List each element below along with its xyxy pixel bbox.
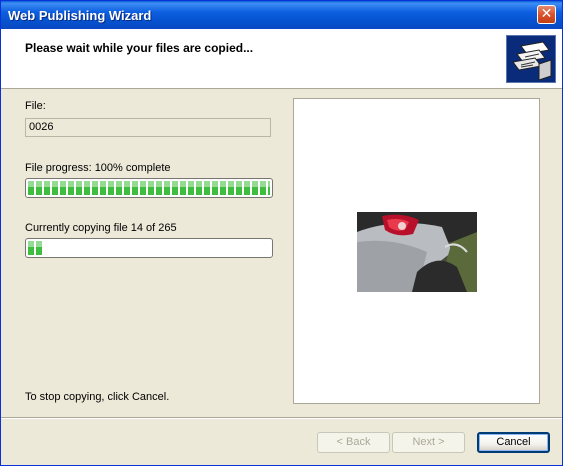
file-progress-fill <box>28 181 270 195</box>
overall-progress-bar <box>25 238 273 258</box>
title-bar[interactable]: Web Publishing Wizard ✕ <box>1 1 562 29</box>
image-preview-panel <box>293 98 540 404</box>
window-title: Web Publishing Wizard <box>8 8 152 23</box>
current-file-value: 0026 <box>29 121 54 133</box>
back-button[interactable]: < Back <box>317 432 390 453</box>
cancel-button[interactable]: Cancel <box>477 432 550 453</box>
footer-divider <box>1 417 562 419</box>
wizard-window: Web Publishing Wizard ✕ Please wait whil… <box>0 0 563 466</box>
overall-progress-label: Currently copying file 14 of 265 <box>25 222 177 234</box>
wizard-header: Please wait while your files are copied.… <box>1 29 562 89</box>
file-label: File: <box>25 100 46 112</box>
header-title: Please wait while your files are copied.… <box>25 41 254 55</box>
current-file-field: 0026 <box>25 118 271 137</box>
car-photo-thumbnail <box>357 212 477 292</box>
file-progress-bar <box>25 178 273 198</box>
close-icon: ✕ <box>540 6 553 22</box>
close-button[interactable]: ✕ <box>537 5 556 24</box>
next-button[interactable]: Next > <box>392 432 465 453</box>
cancel-hint: To stop copying, click Cancel. <box>25 391 170 403</box>
file-progress-label: File progress: 100% complete <box>25 162 171 174</box>
overall-progress-fill <box>28 241 42 255</box>
web-publishing-icon <box>506 35 556 83</box>
